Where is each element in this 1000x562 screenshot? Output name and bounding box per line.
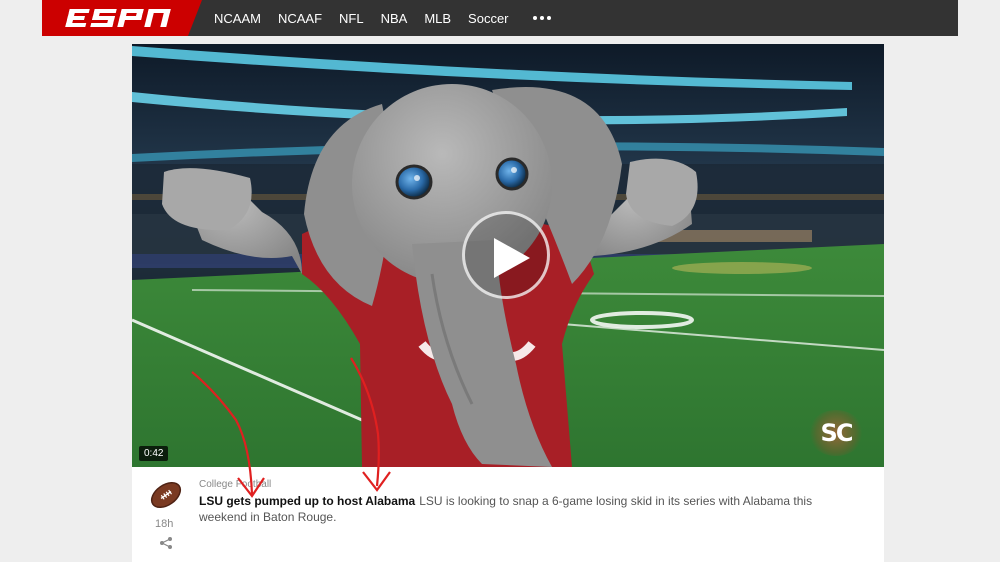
story-title-link[interactable]: LSU gets pumped up to host Alabama bbox=[199, 494, 415, 508]
story-caption: 18h College Football LSU gets pumped up … bbox=[132, 467, 884, 562]
story-timestamp: 18h bbox=[155, 518, 174, 530]
nav-links: NCAAM NCAAF NFL NBA MLB Soccer bbox=[214, 0, 551, 36]
story-card: 0:42 SC 18h College Football LSU gets pu… bbox=[132, 44, 884, 562]
nav-item-ncaaf[interactable]: NCAAF bbox=[278, 11, 322, 26]
share-icon[interactable] bbox=[159, 536, 173, 550]
nav-item-nfl[interactable]: NFL bbox=[339, 11, 364, 26]
sportscenter-watermark: SC bbox=[808, 410, 864, 456]
espn-logo[interactable] bbox=[42, 0, 202, 36]
ellipsis-icon[interactable] bbox=[532, 16, 551, 20]
top-nav-bar: NCAAM NCAAF NFL NBA MLB Soccer bbox=[42, 0, 958, 36]
nav-item-mlb[interactable]: MLB bbox=[424, 11, 451, 26]
football-icon bbox=[150, 481, 182, 509]
play-button[interactable] bbox=[462, 211, 550, 299]
nav-item-soccer[interactable]: Soccer bbox=[468, 11, 508, 26]
story-category[interactable]: College Football bbox=[199, 479, 271, 490]
video-duration: 0:42 bbox=[139, 446, 169, 461]
video-player[interactable]: 0:42 SC bbox=[132, 44, 884, 467]
play-icon bbox=[494, 238, 530, 278]
nav-item-nba[interactable]: NBA bbox=[381, 11, 408, 26]
story-headline: LSU gets pumped up to host Alabama LSU is… bbox=[199, 493, 859, 525]
nav-item-ncaam[interactable]: NCAAM bbox=[214, 11, 261, 26]
